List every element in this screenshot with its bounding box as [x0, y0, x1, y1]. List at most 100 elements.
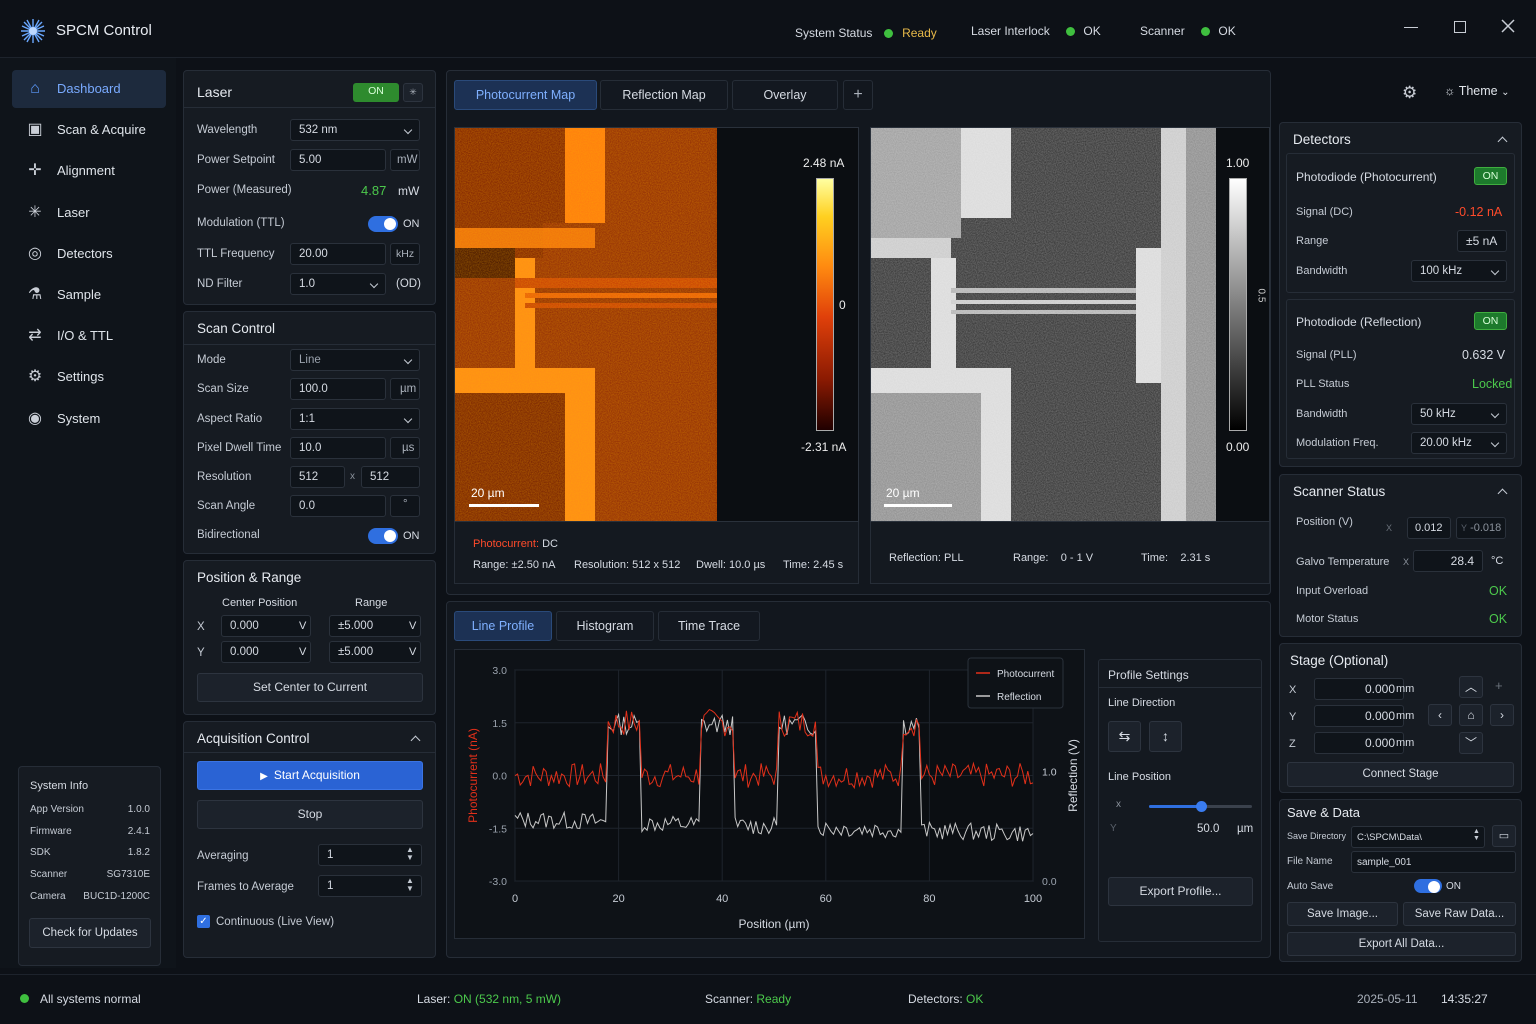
range-input[interactable]: ±5 nA [1457, 230, 1507, 252]
bidirectional-label: Bidirectional [197, 529, 260, 541]
modulation-toggle[interactable] [368, 216, 398, 232]
slider-knob[interactable] [1195, 801, 1207, 812]
nd-filter-select[interactable]: 1.0 [290, 273, 386, 295]
sidebar-item-sample[interactable]: ⚗ Sample [12, 276, 166, 314]
tab-time-trace[interactable]: Time Trace [658, 611, 760, 641]
sidebar-item-dashboard[interactable]: ⌂ Dashboard [12, 70, 166, 108]
center-x-input[interactable]: 0.000 [221, 615, 311, 637]
x-tick-label: 40 [716, 893, 728, 905]
laser-toggle-icon[interactable]: ✳ [403, 83, 423, 102]
photocurrent-map-image [455, 128, 717, 521]
folder-icon[interactable]: ▭ [1492, 825, 1516, 847]
sidebar-item-scan-acquire[interactable]: ▣ Scan & Acquire [12, 111, 166, 149]
resolution-y-input[interactable]: 512 [361, 466, 420, 488]
line-position-value: 50.0 [1197, 823, 1220, 835]
modulation-freq-select[interactable]: 20.00 kHz [1411, 432, 1507, 454]
stage-up-button[interactable]: ︿ [1459, 676, 1483, 698]
scan-size-input[interactable]: 100.0 [290, 378, 386, 400]
save-dir-spin-icon[interactable]: ▲ ▼ [1473, 828, 1480, 842]
stage-home-button[interactable]: ⌂ [1459, 704, 1483, 726]
export-all-button[interactable]: Export All Data... [1287, 932, 1516, 956]
sidebar-item-i-o-ttl[interactable]: ⇄ I/O & TTL [12, 317, 166, 355]
auto-save-toggle[interactable] [1414, 879, 1442, 893]
center-y-input[interactable]: 0.000 [221, 641, 311, 663]
scale-bar-1-label: 20 µm [471, 486, 505, 500]
ttl-frequency-input[interactable]: 20.00 [290, 243, 386, 265]
mode-select[interactable]: Line [290, 349, 420, 371]
connect-stage-button[interactable]: Connect Stage [1287, 762, 1514, 787]
averaging-spin-icon[interactable]: ▲ ▼ [406, 846, 414, 862]
tab-reflection-map[interactable]: Reflection Map [600, 80, 728, 110]
frames-spin-icon[interactable]: ▲ ▼ [406, 877, 414, 893]
tab-histogram[interactable]: Histogram [556, 611, 654, 641]
collapse-icon[interactable] [412, 737, 422, 747]
gear-icon[interactable]: ⚙ [1402, 83, 1417, 103]
save-dir-input[interactable]: C:\SPCM\Data\ [1351, 826, 1485, 848]
sidebar-item-laser[interactable]: ✳ Laser [12, 194, 166, 232]
vertical-direction-button[interactable]: ↕ [1149, 721, 1182, 752]
reflection-map-image [871, 128, 1216, 521]
export-profile-button[interactable]: Export Profile... [1108, 877, 1253, 906]
line-position-slider[interactable] [1149, 801, 1252, 812]
y-axis-label: Photocurrent (nA) [466, 728, 480, 823]
position-y-label: Y [1461, 523, 1468, 533]
sidebar-item-detectors[interactable]: ◎ Detectors [12, 235, 166, 273]
tab-overlay[interactable]: Overlay [732, 80, 838, 110]
pd2-toggle[interactable]: ON [1474, 312, 1507, 330]
resolution-x-input[interactable]: 512 [290, 466, 345, 488]
status-dot-icon [1201, 27, 1211, 37]
add-tab-button[interactable]: + [843, 80, 873, 110]
stage-y-input[interactable]: 0.000 [1314, 705, 1404, 727]
collapse-icon[interactable] [1499, 490, 1509, 500]
wavelength-select[interactable]: 532 nm [290, 119, 420, 141]
bandwidth-1-select[interactable]: 100 kHz [1411, 260, 1507, 282]
maximize-icon[interactable] [1454, 21, 1466, 33]
aspect-ratio-select[interactable]: 1:1 [290, 408, 420, 430]
start-acquisition-button[interactable]: ▶ Start Acquisition [197, 761, 423, 790]
continuous-checkbox[interactable]: ✓ [197, 915, 210, 928]
stage-x-input[interactable]: 0.000 [1314, 678, 1404, 700]
theme-button[interactable]: ☼ Theme ⌄ [1444, 84, 1510, 98]
set-center-button[interactable]: Set Center to Current [197, 673, 423, 702]
stage-down-button[interactable]: ﹀ [1459, 732, 1483, 754]
stage-left-button[interactable]: ‹ [1428, 704, 1452, 726]
stage-right-button[interactable]: › [1490, 704, 1514, 726]
bidirectional-toggle[interactable] [368, 528, 398, 544]
range-x-input[interactable]: ±5.000 [329, 615, 421, 637]
close-icon[interactable] [1500, 18, 1516, 34]
file-name-input[interactable]: sample_001 [1351, 851, 1516, 873]
dwell-time-input[interactable]: 10.0 [290, 437, 386, 459]
horizontal-direction-button[interactable]: ⇆ [1108, 721, 1141, 752]
x-tick-label: 100 [1024, 893, 1042, 905]
sysinfo-value: 2.4.1 [127, 825, 150, 837]
check-updates-button[interactable]: Check for Updates [29, 918, 151, 948]
title-bar: SPCM Control System Status Ready Laser I… [0, 0, 1536, 58]
tab-line-profile[interactable]: Line Profile [454, 611, 552, 641]
stop-button[interactable]: Stop [197, 800, 423, 829]
sidebar-item-system[interactable]: ◉ System [12, 400, 166, 438]
range-y-input[interactable]: ±5.000 [329, 641, 421, 663]
collapse-icon[interactable] [1499, 138, 1509, 148]
bandwidth-2-select[interactable]: 50 kHz [1411, 403, 1507, 425]
save-image-button[interactable]: Save Image... [1287, 902, 1398, 926]
sidebar-item-alignment[interactable]: ✛ Alignment [12, 152, 166, 190]
map2-time: 2.31 s [1180, 552, 1211, 564]
scan-angle-input[interactable]: 0.0 [290, 495, 386, 517]
chevron-down-icon: ⌄ [1501, 87, 1510, 98]
save-raw-button[interactable]: Save Raw Data... [1403, 902, 1516, 926]
laser-on-toggle[interactable]: ON [353, 83, 399, 102]
x-tick-label: 60 [820, 893, 832, 905]
scanner-status-value: OK [1218, 24, 1236, 38]
power-setpoint-input[interactable]: 5.00 [290, 149, 386, 171]
position-x-input: 0.012 [1407, 517, 1451, 539]
stage-plus-icon[interactable]: + [1495, 678, 1503, 693]
map1-resolution: Resolution: 512 x 512 [574, 559, 681, 571]
stage-z-input[interactable]: 0.000 [1314, 732, 1404, 754]
save-title: Save & Data [1287, 805, 1360, 820]
minimize-icon[interactable] [1404, 27, 1418, 28]
pd1-toggle[interactable]: ON [1474, 167, 1507, 185]
laser-panel: Laser ON ✳ Wavelength 532 nm Power Setpo… [183, 70, 436, 305]
tab-photocurrent-map[interactable]: Photocurrent Map [454, 80, 597, 110]
home-icon: ⌂ [30, 80, 40, 97]
sidebar-item-settings[interactable]: ⚙ Settings [12, 358, 166, 396]
